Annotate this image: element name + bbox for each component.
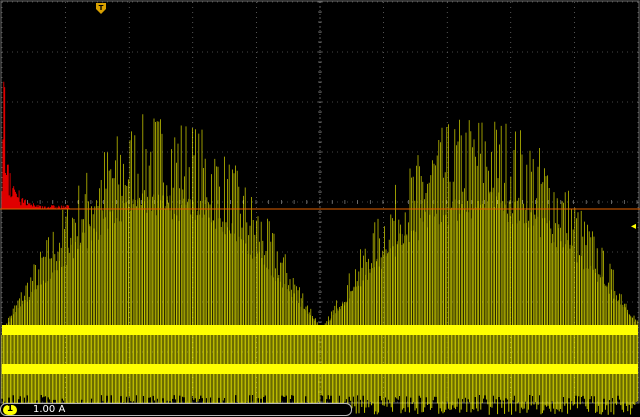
trigger-position-label: T (99, 4, 104, 12)
oscilloscope-display: T ◂ (0, 0, 640, 417)
channel-1-lower-band (2, 364, 638, 374)
channel-1-scale-readout: 1.00 A (33, 403, 66, 415)
channel-1-upper-band (2, 325, 638, 335)
trigger-level-arrow-icon[interactable]: ◂ (631, 221, 636, 232)
channel-1-badge[interactable]: 1 (3, 404, 17, 415)
channel-status-bar[interactable]: 1 1.00 A (0, 403, 352, 416)
